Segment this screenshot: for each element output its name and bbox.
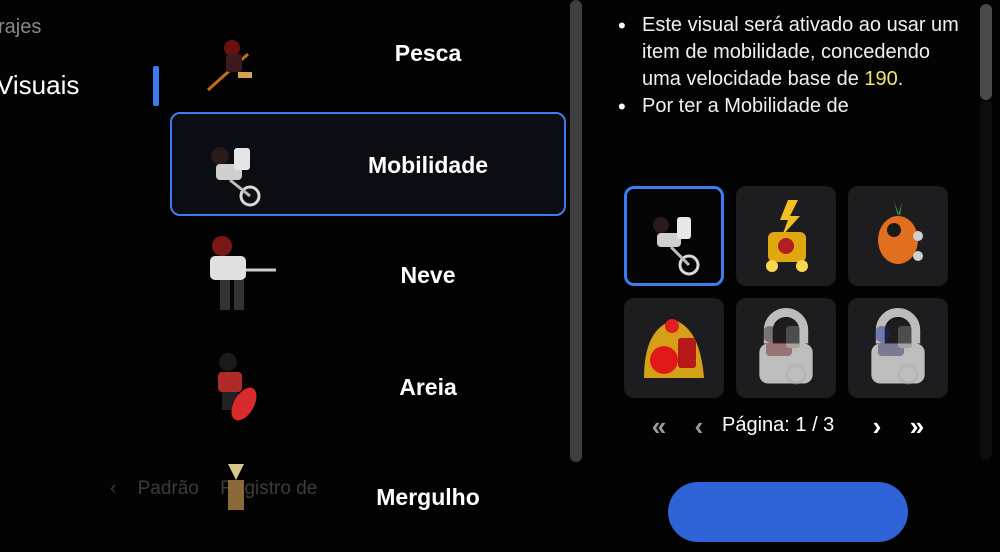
list-item-label: Areia xyxy=(399,374,457,400)
description-text-2: Por ter a Mobilidade de xyxy=(642,95,849,117)
list-item-neve[interactable]: Neve xyxy=(170,224,566,328)
nav-sub-label[interactable]: rajes xyxy=(0,16,41,39)
description-text: Este visual será ativado ao usar um item… xyxy=(642,14,959,90)
next-page-icon[interactable]: › xyxy=(860,410,894,444)
mobility-sprite-icon xyxy=(211,147,261,207)
skin-cell-1[interactable] xyxy=(624,186,724,286)
description-text-end: . xyxy=(897,68,904,90)
fishing-sprite-icon xyxy=(206,40,252,92)
confirm-button[interactable] xyxy=(668,482,908,542)
visual-description: Este visual será ativado ao usar um item… xyxy=(614,12,974,120)
page-indicator: Página: 1 / 3 xyxy=(722,414,835,436)
skin-cell-5[interactable] xyxy=(736,298,836,398)
skin-cell-3[interactable] xyxy=(848,186,948,286)
list-item-mobilidade[interactable]: Mobilidade xyxy=(170,112,566,216)
carrot-vehicle-icon xyxy=(878,202,923,264)
faded-arrow-icon: ‹ xyxy=(110,478,117,499)
speed-value: 190 xyxy=(864,68,898,90)
santa-sleigh-icon xyxy=(644,319,704,378)
locked-blue-rider-icon xyxy=(874,326,919,385)
diving-sprite-icon xyxy=(228,464,244,510)
description-bullet-1: Este visual será ativado ao usar um item… xyxy=(614,12,974,93)
list-item-label: Neve xyxy=(400,262,456,288)
last-page-icon[interactable]: » xyxy=(900,410,934,444)
snow-sprite-icon xyxy=(210,236,276,310)
description-scrollbar-track[interactable] xyxy=(980,100,992,460)
nav-visuals-label[interactable]: Visuais xyxy=(0,70,79,101)
list-scrollbar[interactable] xyxy=(570,0,582,462)
skin-cell-4[interactable] xyxy=(624,298,724,398)
list-item-areia[interactable]: Areia xyxy=(170,336,566,440)
locked-rider-icon xyxy=(762,326,807,385)
golden-vehicle-icon xyxy=(766,200,808,272)
list-item-label: Mergulho xyxy=(376,484,480,510)
first-page-icon[interactable]: « xyxy=(642,410,676,444)
list-item-label: Pesca xyxy=(394,40,462,66)
skin-cell-6[interactable] xyxy=(848,298,948,398)
visual-category-list: Pesca Mobilidade Neve Areia Mergulho xyxy=(170,0,566,510)
list-item-label: Mobilidade xyxy=(367,152,489,178)
description-scrollbar-thumb[interactable] xyxy=(980,4,992,100)
skin-cell-2[interactable] xyxy=(736,186,836,286)
list-item-pesca[interactable]: Pesca xyxy=(170,0,566,104)
prev-page-icon[interactable]: ‹ xyxy=(682,410,716,444)
bike-rider-icon xyxy=(653,217,700,276)
list-item-mergulho[interactable]: Mergulho xyxy=(170,448,566,552)
sand-sprite-icon xyxy=(218,353,257,421)
nav-active-indicator xyxy=(153,66,159,106)
pagination: « ‹ Página: 1 / 3 › » xyxy=(640,410,940,444)
description-bullet-2: Por ter a Mobilidade de xyxy=(614,93,974,120)
